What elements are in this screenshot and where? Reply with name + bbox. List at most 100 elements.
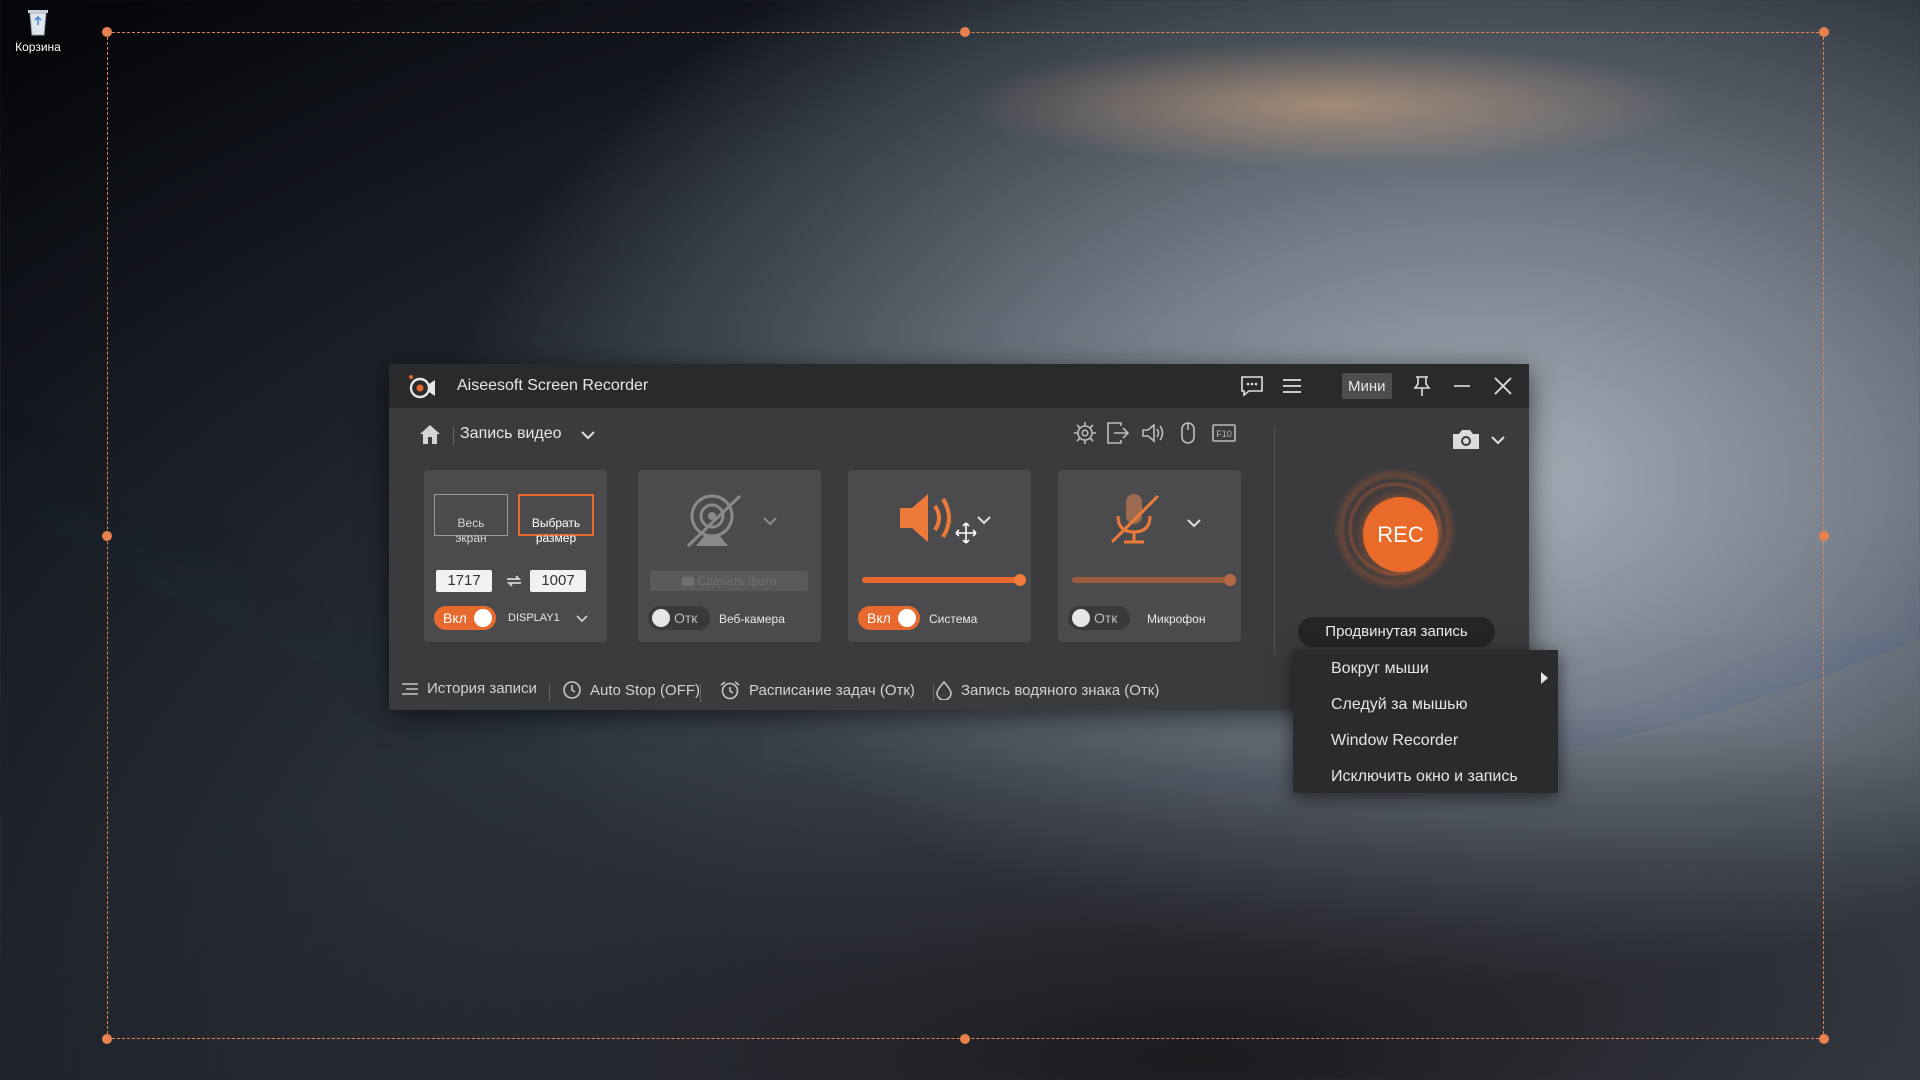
- watermark-button[interactable]: Запись водяного знака (Отк): [935, 680, 1159, 700]
- chevron-down-icon[interactable]: [1186, 517, 1202, 529]
- system-toggle-label: Вкл: [867, 610, 891, 626]
- resize-handle-bottom[interactable]: [960, 1034, 970, 1044]
- resize-handle-top-right[interactable]: [1819, 27, 1829, 37]
- close-icon: [1494, 377, 1512, 395]
- pin-icon: [1413, 376, 1431, 396]
- menu-item-window-recorder[interactable]: Window Recorder: [1331, 732, 1458, 750]
- mode-separator: [453, 426, 454, 446]
- display-toggle[interactable]: Вкл: [434, 606, 496, 630]
- resize-handle-bottom-right[interactable]: [1819, 1034, 1829, 1044]
- history-label: История записи: [427, 680, 537, 697]
- select-region-label: Выбрать размер: [531, 516, 581, 545]
- pin-button[interactable]: [1409, 372, 1435, 400]
- drop-icon: [936, 680, 952, 700]
- menu-item-exclude-window[interactable]: Исключить окно и запись: [1331, 768, 1518, 786]
- system-volume-slider[interactable]: [862, 577, 1020, 583]
- toggle-knob: [474, 609, 492, 627]
- advanced-recorder-menu: Вокруг мыши Следуй за мышью Window Recor…: [1293, 650, 1558, 793]
- screenshot-button[interactable]: [1451, 427, 1511, 453]
- speaker-icon[interactable]: [1140, 420, 1166, 446]
- toggle-knob: [652, 609, 670, 627]
- system-volume-knob[interactable]: [1014, 574, 1026, 586]
- webcam-toggle[interactable]: Отк: [648, 606, 710, 630]
- link-aspect-icon[interactable]: [504, 573, 524, 589]
- microphone-volume-slider[interactable]: [1072, 577, 1230, 583]
- feedback-button[interactable]: [1237, 372, 1267, 400]
- clock-icon: [563, 681, 581, 699]
- history-button[interactable]: История записи: [401, 680, 537, 697]
- recorder-logo-icon: [409, 375, 435, 399]
- snapshot-label: Сделать фото: [697, 574, 777, 588]
- resize-handle-right[interactable]: [1819, 531, 1829, 541]
- mini-mode-button[interactable]: Мини: [1342, 373, 1392, 399]
- webcam-toggle-label: Отк: [674, 610, 698, 626]
- move-cursor-icon: [955, 522, 977, 544]
- advanced-recorder-button[interactable]: Продвинутая запись: [1298, 617, 1495, 647]
- chevron-down-icon[interactable]: [976, 514, 992, 526]
- microphone-volume-knob[interactable]: [1224, 574, 1236, 586]
- chevron-down-icon[interactable]: [762, 515, 778, 527]
- system-sound-toggle[interactable]: Вкл: [858, 606, 920, 630]
- auto-stop-label: Auto Stop (OFF): [590, 681, 701, 699]
- webcam-card: Сделать фото Отк Веб-камера: [638, 470, 821, 642]
- rec-button[interactable]: REC: [1363, 497, 1438, 572]
- export-icon[interactable]: [1105, 420, 1131, 446]
- resize-handle-left[interactable]: [102, 531, 112, 541]
- task-schedule-button[interactable]: Расписание задач (Отк): [719, 680, 915, 700]
- display-card: Весь экран Выбрать размер 1717 1007 Вкл …: [424, 470, 607, 642]
- bottom-separator: [549, 684, 550, 702]
- auto-stop-button[interactable]: Auto Stop (OFF): [562, 680, 700, 700]
- menu-item-label: Вокруг мыши: [1331, 660, 1429, 677]
- select-region-button[interactable]: Выбрать размер: [518, 494, 594, 545]
- menu-item-follow-mouse[interactable]: Следуй за мышью: [1331, 696, 1468, 714]
- resize-handle-top[interactable]: [960, 27, 970, 37]
- list-icon: [402, 682, 418, 695]
- full-screen-label: Весь экран: [455, 516, 487, 545]
- microphone-label: Микрофон: [1147, 612, 1206, 626]
- display-toggle-label: Вкл: [443, 610, 467, 626]
- display-select[interactable]: DISPLAY1: [508, 612, 560, 624]
- panel-divider: [1274, 428, 1275, 654]
- width-input[interactable]: 1717: [436, 570, 492, 592]
- hamburger-icon: [1283, 379, 1301, 393]
- bottom-separator: [700, 684, 701, 702]
- camera-icon: [1453, 430, 1479, 449]
- submenu-arrow-icon: [1541, 672, 1548, 684]
- camera-icon: [681, 577, 694, 586]
- snapshot-button[interactable]: Сделать фото: [650, 571, 808, 591]
- toggle-knob: [898, 609, 916, 627]
- webcam-icon: [686, 494, 742, 548]
- task-schedule-label: Расписание задач (Отк): [749, 681, 915, 699]
- chevron-down-icon[interactable]: [579, 428, 597, 442]
- full-screen-button[interactable]: Весь экран: [434, 494, 508, 545]
- menu-button[interactable]: [1277, 372, 1307, 400]
- chevron-down-icon: [1491, 436, 1505, 445]
- hotkey-icon[interactable]: F10: [1211, 420, 1237, 446]
- app-title: Aiseesoft Screen Recorder: [457, 377, 649, 394]
- svg-text:F10: F10: [1216, 429, 1232, 439]
- height-input[interactable]: 1007: [530, 570, 586, 592]
- home-icon[interactable]: [417, 422, 443, 446]
- minimize-icon: [1454, 385, 1470, 387]
- alarm-clock-icon: [720, 681, 740, 700]
- recording-mode-dropdown[interactable]: Запись видео: [460, 425, 562, 443]
- system-sound-card: Вкл Система: [848, 470, 1031, 642]
- webcam-label: Веб-камера: [719, 612, 785, 626]
- microphone-toggle[interactable]: Отк: [1068, 606, 1130, 630]
- watermark-label: Запись водяного знака (Отк): [961, 681, 1160, 699]
- chevron-down-icon[interactable]: [575, 614, 589, 624]
- microphone-card: Отк Микрофон: [1058, 470, 1241, 642]
- chat-icon: [1241, 376, 1263, 397]
- menu-item-around-mouse[interactable]: Вокруг мыши: [1331, 660, 1556, 684]
- minimize-button[interactable]: [1449, 372, 1475, 400]
- resize-handle-bottom-left[interactable]: [102, 1034, 112, 1044]
- bottom-separator: [933, 684, 934, 702]
- close-button[interactable]: [1489, 372, 1517, 400]
- gear-icon[interactable]: [1072, 420, 1098, 446]
- resize-handle-top-left[interactable]: [102, 27, 112, 37]
- mouse-icon[interactable]: [1175, 420, 1201, 446]
- system-sound-label: Система: [929, 612, 978, 626]
- recycle-bin-shortcut[interactable]: Корзина: [10, 6, 66, 54]
- title-bar[interactable]: Aiseesoft Screen Recorder Мини: [389, 364, 1529, 408]
- microphone-toggle-label: Отк: [1094, 610, 1118, 626]
